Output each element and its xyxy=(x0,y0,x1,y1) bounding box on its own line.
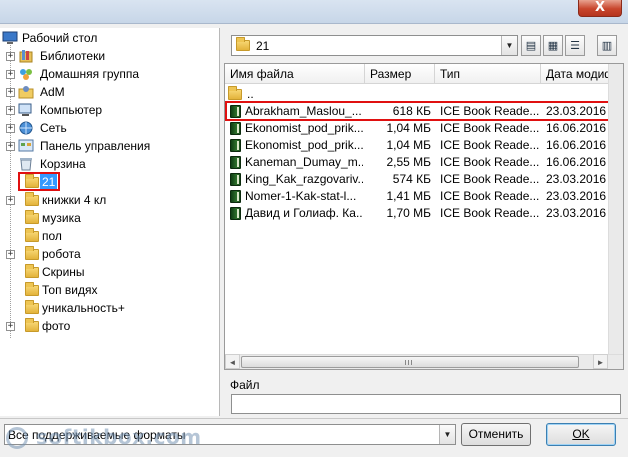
folder-icon xyxy=(24,264,40,280)
expand-icon[interactable]: + xyxy=(6,70,15,79)
tree-item-libraries[interactable]: + Библиотеки xyxy=(0,47,218,65)
user-folder-icon xyxy=(18,84,34,100)
chevron-down-icon[interactable]: ▼ xyxy=(439,425,455,444)
book-icon xyxy=(230,207,241,220)
book-icon xyxy=(230,122,241,135)
tree-item-homegroup[interactable]: + Домашняя группа xyxy=(0,65,218,83)
book-icon xyxy=(230,173,241,186)
folder-icon xyxy=(24,210,40,226)
expand-icon[interactable]: + xyxy=(6,124,15,133)
file-row[interactable]: Kaneman_Dumay_m... 2,55 МБ ICE Book Read… xyxy=(225,154,610,171)
vertical-scrollbar[interactable] xyxy=(608,64,623,354)
file-row[interactable]: Давид и Голиаф. Ка... 1,70 МБ ICE Book R… xyxy=(225,205,610,222)
view-thumbnails-button[interactable]: ▥ xyxy=(597,35,617,56)
expand-icon[interactable]: + xyxy=(6,322,15,331)
book-icon xyxy=(230,139,241,152)
tree-item-desktop[interactable]: Рабочий стол xyxy=(0,29,218,47)
tree-item-control-panel[interactable]: + Панель управления xyxy=(0,137,218,155)
highlight-box xyxy=(225,101,614,121)
view-details-button[interactable]: ▤ xyxy=(521,35,541,56)
path-text: 21 xyxy=(256,39,270,53)
file-row[interactable]: Nomer-1-Kak-stat-l... 1,41 МБ ICE Book R… xyxy=(225,188,610,205)
expand-icon[interactable]: + xyxy=(6,88,15,97)
folder-tree[interactable]: Рабочий стол + Библиотеки + Домашняя гру… xyxy=(0,28,220,416)
folder-icon xyxy=(24,300,40,316)
tree-item-recycle-bin[interactable]: Корзина xyxy=(0,155,218,173)
tree-item-adm[interactable]: + AdM xyxy=(0,83,218,101)
folder-icon xyxy=(24,246,40,262)
path-combobox[interactable]: 21 ▼ xyxy=(231,35,518,56)
view-small-icons-button[interactable]: ▦ xyxy=(543,35,563,56)
horizontal-scrollbar[interactable]: ◄ ► xyxy=(225,354,623,369)
scroll-left-icon[interactable]: ◄ xyxy=(225,354,240,369)
tree-item-work[interactable]: + робота xyxy=(0,245,218,263)
folder-icon xyxy=(24,282,40,298)
cancel-button[interactable]: Отменить xyxy=(461,423,531,446)
homegroup-icon xyxy=(18,66,34,82)
thumbnails-icon: ▥ xyxy=(601,39,613,52)
tree-item-network[interactable]: + Сеть xyxy=(0,119,218,137)
ok-button[interactable]: OK xyxy=(546,423,616,446)
window-frame-top: X xyxy=(0,0,628,24)
highlight-box xyxy=(18,172,60,191)
close-button[interactable]: X xyxy=(578,0,622,17)
file-row[interactable]: Ekonomist_pod_prik... 1,04 МБ ICE Book R… xyxy=(225,137,610,154)
expand-icon[interactable]: + xyxy=(6,250,15,259)
control-panel-icon xyxy=(18,138,34,154)
book-icon xyxy=(230,156,241,169)
expand-icon[interactable]: + xyxy=(6,196,15,205)
file-type-filter[interactable]: Все поддерживаемые форматы ▼ xyxy=(4,424,456,445)
file-field-label: Файл xyxy=(230,378,260,392)
book-icon xyxy=(230,190,241,203)
tree-item-screenshots[interactable]: Скрины xyxy=(0,263,218,281)
tree-item-photo[interactable]: + фото xyxy=(0,317,218,335)
scroll-thumb[interactable] xyxy=(241,356,579,368)
tree-item-pol[interactable]: пол xyxy=(0,227,218,245)
column-header-size[interactable]: Размер xyxy=(365,64,435,84)
tree-item-books[interactable]: + книжки 4 кл xyxy=(0,191,218,209)
folder-icon xyxy=(24,192,40,208)
chevron-down-icon[interactable]: ▼ xyxy=(501,36,517,55)
column-header-type[interactable]: Тип xyxy=(435,64,541,84)
expand-icon[interactable]: + xyxy=(6,142,15,151)
view-list-button[interactable]: ☰ xyxy=(565,35,585,56)
recycle-bin-icon xyxy=(18,156,34,172)
folder-icon xyxy=(24,318,40,334)
filter-text: Все поддерживаемые форматы xyxy=(8,428,186,442)
file-row[interactable]: King_Kak_razgovariv... 574 КБ ICE Book R… xyxy=(225,171,610,188)
file-list[interactable]: Имя файла Размер Тип Дата модифи .. Abra… xyxy=(224,63,624,370)
divider xyxy=(0,418,628,419)
column-header-name[interactable]: Имя файла xyxy=(225,64,365,84)
tree-item-music[interactable]: музика xyxy=(0,209,218,227)
folder-up-icon xyxy=(227,86,243,102)
tree-item-uniqueness[interactable]: уникальность+ xyxy=(0,299,218,317)
list-icon: ☰ xyxy=(570,39,580,52)
tree-item-computer[interactable]: + Компьютер xyxy=(0,101,218,119)
scroll-right-icon[interactable]: ► xyxy=(593,354,608,369)
network-icon xyxy=(18,120,34,136)
small-icons-icon: ▦ xyxy=(547,39,559,52)
expand-icon[interactable]: + xyxy=(6,52,15,61)
folder-icon xyxy=(24,228,40,244)
libraries-icon xyxy=(18,48,34,64)
file-name-input[interactable] xyxy=(231,394,621,414)
tree-item-top-videos[interactable]: Топ видях xyxy=(0,281,218,299)
folder-icon xyxy=(236,37,250,51)
expand-icon[interactable]: + xyxy=(6,106,15,115)
computer-icon xyxy=(18,102,34,118)
view-details-icon: ▤ xyxy=(525,39,537,52)
desktop-icon xyxy=(2,30,18,46)
file-row[interactable]: Ekonomist_pod_prik... 1,04 МБ ICE Book R… xyxy=(225,120,610,137)
